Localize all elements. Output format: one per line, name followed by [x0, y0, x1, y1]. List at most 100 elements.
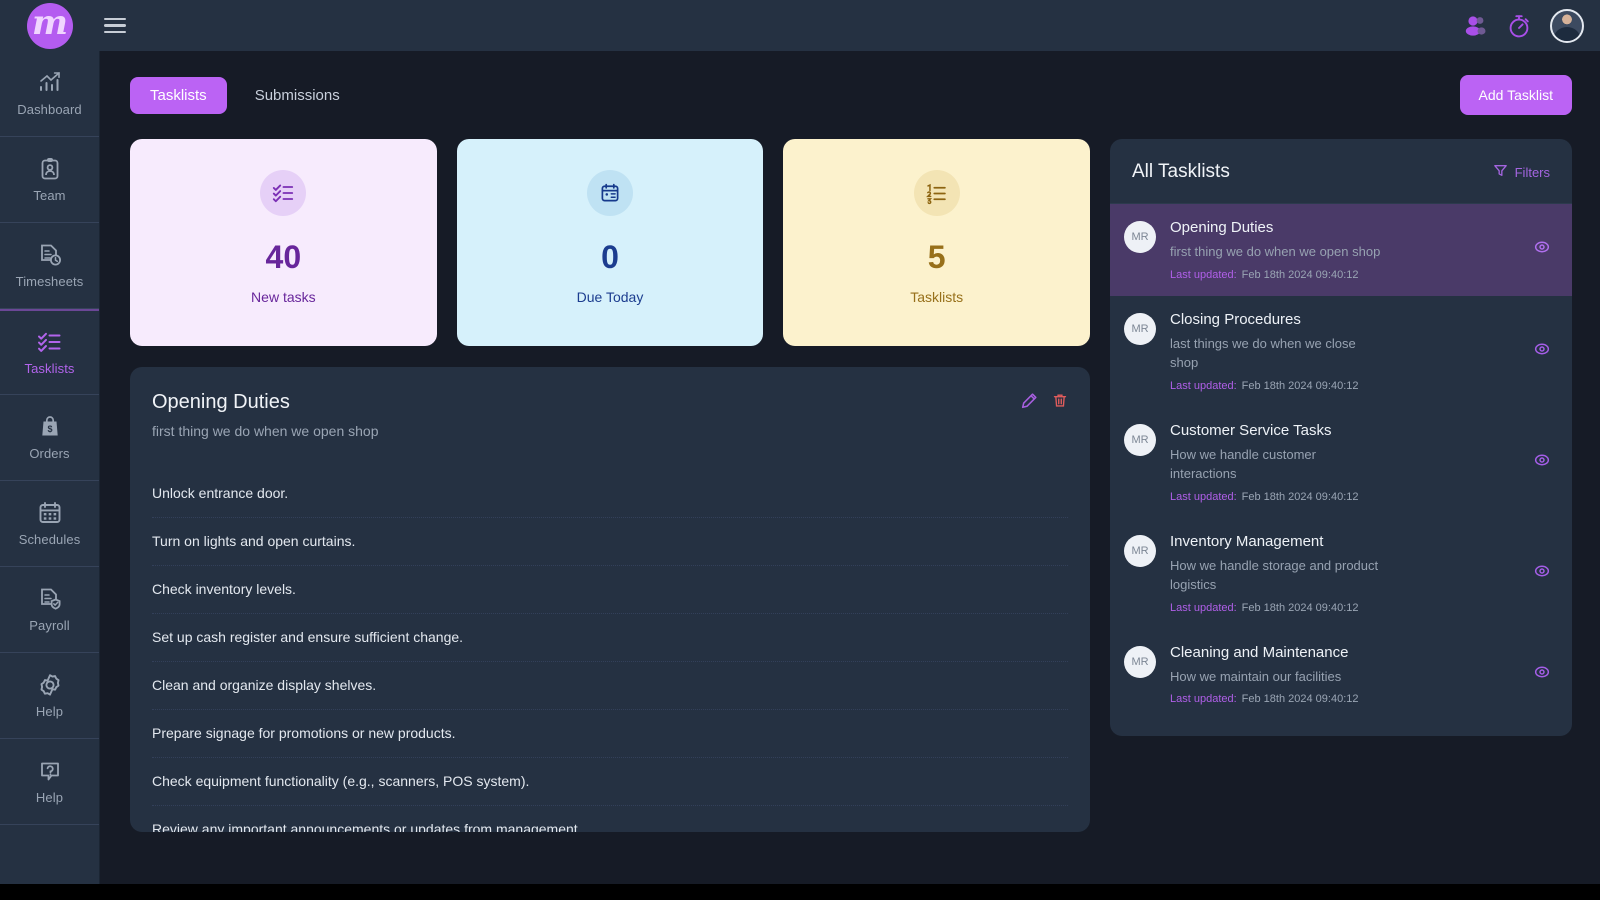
stat-label: Due Today	[576, 289, 644, 305]
panel-header: All Tasklists Filters	[1110, 139, 1572, 204]
tab-bar: Tasklists Submissions Add Tasklist	[130, 51, 1572, 139]
calendar-icon	[587, 170, 633, 216]
tasklist-description: How we maintain our facilities	[1170, 668, 1342, 684]
document-shield-icon	[37, 586, 63, 612]
detail-subtitle: first thing we do when we open shop	[152, 423, 379, 439]
chart-bar-icon	[37, 70, 63, 96]
stat-cards: 40 New tasks 0 Due Today 5 Tasklists	[130, 139, 1091, 346]
tasklist-row-customer-service-tasks[interactable]: MR Customer Service Tasks How we handle …	[1110, 407, 1572, 518]
all-tasklists-panel: All Tasklists Filters MR Opening Duties …	[1110, 139, 1572, 736]
stat-value: 40	[265, 239, 302, 275]
checklist-icon	[260, 170, 307, 216]
tasklist-name: Closing Procedures	[1170, 310, 1301, 328]
sidebar: Dashboard Team Timesheets Tasklists $ Or…	[0, 51, 100, 884]
stat-card-due-today[interactable]: 0 Due Today	[456, 139, 764, 346]
tasklist-name: Customer Service Tasks	[1170, 421, 1332, 439]
gear-icon	[37, 672, 63, 698]
sidebar-item-label: Orders	[29, 446, 70, 461]
sidebar-item-timesheets[interactable]: Timesheets	[0, 223, 99, 309]
logo-mark: m	[27, 2, 73, 49]
document-clock-icon	[37, 242, 63, 268]
body: Dashboard Team Timesheets Tasklists $ Or…	[0, 51, 1600, 884]
avatar: MR	[1124, 221, 1156, 253]
sidebar-item-label: Schedules	[18, 532, 81, 547]
stopwatch-icon[interactable]	[1506, 13, 1532, 39]
tasklist-updated: Last updated: Feb 18th 2024 09:40:12	[1170, 380, 1510, 392]
tasklist-row-opening-duties[interactable]: MR Opening Duties first thing we do when…	[1110, 204, 1572, 296]
task-item-list: Unlock entrance door. Turn on lights and…	[152, 470, 1068, 832]
sidebar-item-help[interactable]: Help	[0, 739, 99, 825]
tasklist-row-cleaning-and-maintenance[interactable]: MR Cleaning and Maintenance How we maint…	[1110, 629, 1572, 721]
bottom-bar	[0, 884, 1600, 900]
sidebar-item-orders[interactable]: $ Orders	[0, 395, 99, 481]
tasklist-updated: Last updated: Feb 18th 2024 09:40:12	[1170, 269, 1510, 281]
sidebar-item-settings[interactable]: Help	[0, 653, 99, 739]
avatar: MR	[1124, 423, 1156, 456]
task-item: Set up cash register and ensure sufficie…	[152, 614, 1068, 662]
sidebar-item-label: Tasklists	[24, 361, 75, 376]
tasklist-description: How we handle customer interactions	[1170, 446, 1316, 482]
updated-value: Feb 18th 2024 09:40:12	[1241, 601, 1359, 614]
trash-icon[interactable]	[1052, 392, 1068, 414]
add-tasklist-button[interactable]: Add Tasklist	[1459, 75, 1572, 115]
calendar-icon	[37, 500, 63, 526]
right-column: All Tasklists Filters MR Opening Duties …	[1110, 139, 1572, 884]
tasklist-row-body: Inventory Management How we handle stora…	[1170, 533, 1518, 614]
eye-icon[interactable]	[1532, 450, 1552, 475]
stat-card-tasklists[interactable]: 5 Tasklists	[783, 139, 1091, 346]
question-bubble-icon	[37, 758, 63, 784]
brand-logo[interactable]: m	[0, 2, 100, 49]
tasklist-updated: Last updated: Feb 18th 2024 09:40:12	[1170, 491, 1510, 503]
tasklist-updated: Last updated: Feb 18th 2024 09:40:12	[1170, 602, 1510, 614]
tasklist-row-closing-procedures[interactable]: MR Closing Procedures last things we do …	[1110, 296, 1572, 407]
tab-tasklists[interactable]: Tasklists	[130, 76, 227, 114]
tab-submissions[interactable]: Submissions	[235, 77, 360, 114]
content-row: 40 New tasks 0 Due Today 5 Tasklists Ope…	[130, 139, 1572, 884]
eye-icon[interactable]	[1532, 339, 1552, 364]
sidebar-filler	[0, 825, 99, 884]
avatar: MR	[1124, 312, 1156, 345]
tasklist-description: first thing we do when we open shop	[1170, 244, 1381, 259]
updated-value: Feb 18th 2024 09:40:12	[1241, 268, 1359, 281]
sidebar-item-payroll[interactable]: Payroll	[0, 567, 99, 653]
pencil-icon[interactable]	[1021, 392, 1038, 414]
avatar[interactable]	[1550, 8, 1584, 43]
filters-button[interactable]: Filters	[1493, 163, 1550, 181]
stat-label: New tasks	[251, 289, 316, 305]
svg-text:$: $	[47, 424, 52, 434]
eye-icon[interactable]	[1532, 561, 1552, 586]
tasklist-row-body: Closing Procedures last things we do whe…	[1170, 311, 1518, 392]
updated-label: Last updated:	[1170, 693, 1237, 705]
checklist-icon	[36, 329, 63, 355]
funnel-icon	[1493, 163, 1508, 181]
hamburger-icon[interactable]	[98, 9, 132, 43]
sidebar-item-label: Payroll	[29, 618, 70, 633]
app-root: m Dashboard Team Timesheets Tasklists $ …	[0, 0, 1600, 884]
eye-icon[interactable]	[1532, 237, 1552, 262]
task-item: Review any important announcements or up…	[152, 821, 582, 832]
tasklist-description: How we handle storage and product logist…	[1170, 557, 1379, 593]
tasklist-detail-panel: Opening Duties first thing we do when we…	[130, 367, 1090, 832]
tasklist-row-inventory-management[interactable]: MR Inventory Management How we handle st…	[1110, 518, 1572, 629]
tasklist-updated: Last updated: Feb 18th 2024 09:40:12	[1170, 693, 1510, 705]
stat-label: Tasklists	[910, 289, 964, 305]
sidebar-item-tasklists[interactable]: Tasklists	[0, 309, 99, 395]
sidebar-item-dashboard[interactable]: Dashboard	[0, 51, 99, 137]
tasklist-row-body: Customer Service Tasks How we handle cus…	[1170, 422, 1518, 503]
task-item: Check equipment functionality (e.g., sca…	[152, 758, 1068, 806]
updated-value: Feb 18th 2024 09:40:12	[1241, 693, 1359, 705]
top-bar-actions	[1462, 8, 1600, 43]
sidebar-item-team[interactable]: Team	[0, 137, 99, 223]
task-item: Prepare signage for promotions or new pr…	[152, 710, 1068, 758]
updated-value: Feb 18th 2024 09:40:12	[1241, 379, 1359, 392]
sidebar-item-schedules[interactable]: Schedules	[0, 481, 99, 567]
users-icon[interactable]	[1462, 14, 1488, 38]
shopping-bag-dollar-icon: $	[37, 414, 63, 440]
eye-icon[interactable]	[1532, 662, 1552, 687]
tasklist-row-body: Opening Duties first thing we do when we…	[1170, 219, 1518, 281]
stat-card-new-tasks[interactable]: 40 New tasks	[130, 139, 437, 346]
detail-title: Opening Duties	[152, 391, 290, 413]
task-item: Turn on lights and open curtains.	[152, 518, 1068, 566]
tasklist-name: Opening Duties	[1170, 219, 1274, 236]
tasklist-description: last things we do when we close shop	[1170, 335, 1356, 371]
